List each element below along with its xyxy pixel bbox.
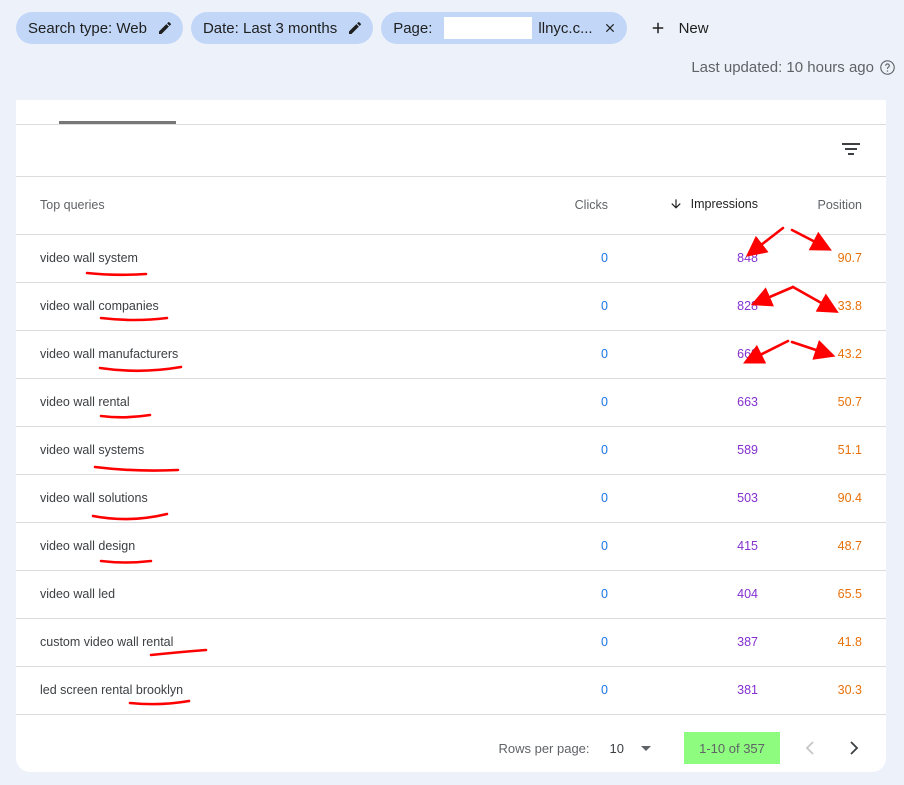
page-range: 1-10 of 357 bbox=[684, 732, 780, 764]
table-row[interactable]: video wall manufacturers 0 668 43.2 bbox=[16, 330, 886, 379]
pencil-icon[interactable] bbox=[347, 20, 363, 36]
chevron-right-icon[interactable] bbox=[842, 736, 866, 760]
new-filter-button[interactable]: New bbox=[635, 12, 719, 44]
clicks-cell: 0 bbox=[488, 234, 608, 283]
plus-icon bbox=[649, 19, 667, 37]
pagination-bar: Rows per page: 10 1-10 of 357 bbox=[16, 724, 886, 772]
table-header-row: Top queries Clicks Impressions Position bbox=[16, 177, 886, 235]
position-cell: 51.1 bbox=[758, 426, 886, 475]
impressions-cell: 503 bbox=[608, 474, 758, 523]
arrow-down-icon bbox=[669, 197, 683, 214]
caret-down-icon bbox=[640, 741, 652, 756]
impressions-cell: 663 bbox=[608, 378, 758, 427]
queries-table: Top queries Clicks Impressions Position … bbox=[16, 177, 886, 715]
chevron-left-icon[interactable] bbox=[798, 736, 822, 760]
rows-per-page-value: 10 bbox=[609, 740, 624, 756]
query-cell: video wall design bbox=[16, 522, 488, 571]
query-cell: custom video wall rental bbox=[16, 618, 488, 667]
query-cell: video wall led bbox=[16, 570, 488, 619]
query-cell: video wall solutions bbox=[16, 474, 488, 523]
clicks-cell: 0 bbox=[488, 618, 608, 667]
impressions-cell: 828 bbox=[608, 282, 758, 331]
position-cell: 90.7 bbox=[758, 234, 886, 283]
tab-divider bbox=[16, 124, 886, 125]
filter-icon[interactable] bbox=[840, 138, 862, 160]
impressions-cell: 668 bbox=[608, 330, 758, 379]
column-header-impressions[interactable]: Impressions bbox=[608, 177, 758, 235]
position-cell: 30.3 bbox=[758, 666, 886, 715]
query-cell: video wall manufacturers bbox=[16, 330, 488, 379]
impressions-cell: 848 bbox=[608, 234, 758, 283]
table-row[interactable]: video wall system 0 848 90.7 bbox=[16, 234, 886, 283]
clicks-cell: 0 bbox=[488, 426, 608, 475]
pencil-icon[interactable] bbox=[157, 20, 173, 36]
impressions-cell: 589 bbox=[608, 426, 758, 475]
position-cell: 90.4 bbox=[758, 474, 886, 523]
help-icon[interactable] bbox=[879, 59, 896, 76]
clicks-cell: 0 bbox=[488, 330, 608, 379]
query-cell: video wall rental bbox=[16, 378, 488, 427]
new-filter-label: New bbox=[678, 19, 709, 37]
table-row[interactable]: video wall design 0 415 48.7 bbox=[16, 522, 886, 571]
position-cell: 33.8 bbox=[758, 282, 886, 331]
table-row[interactable]: video wall companies 0 828 33.8 bbox=[16, 282, 886, 331]
table-row[interactable]: video wall solutions 0 503 90.4 bbox=[16, 474, 886, 523]
filter-bar: Search type: Web Date: Last 3 months Pag… bbox=[16, 12, 719, 44]
position-cell: 41.8 bbox=[758, 618, 886, 667]
date-label: Date: Last 3 months bbox=[202, 19, 338, 37]
position-cell: 43.2 bbox=[758, 330, 886, 379]
clicks-cell: 0 bbox=[488, 522, 608, 571]
last-updated: Last updated: 10 hours ago bbox=[691, 59, 896, 76]
query-cell: video wall companies bbox=[16, 282, 488, 331]
table-row[interactable]: video wall led 0 404 65.5 bbox=[16, 570, 886, 619]
impressions-cell: 381 bbox=[608, 666, 758, 715]
page-chip[interactable]: Page: llnyc.c... bbox=[381, 12, 627, 44]
clicks-cell: 0 bbox=[488, 666, 608, 715]
redacted-block bbox=[444, 17, 533, 39]
impressions-cell: 415 bbox=[608, 522, 758, 571]
query-cell: video wall system bbox=[16, 234, 488, 283]
table-row[interactable]: custom video wall rental 0 387 41.8 bbox=[16, 618, 886, 667]
table-row[interactable]: video wall systems 0 589 51.1 bbox=[16, 426, 886, 475]
clicks-cell: 0 bbox=[488, 378, 608, 427]
page-value: llnyc.c... bbox=[538, 19, 593, 37]
position-cell: 65.5 bbox=[758, 570, 886, 619]
clicks-cell: 0 bbox=[488, 282, 608, 331]
position-cell: 50.7 bbox=[758, 378, 886, 427]
search-type-chip[interactable]: Search type: Web bbox=[16, 12, 183, 44]
column-header-clicks[interactable]: Clicks bbox=[488, 177, 608, 235]
query-cell: led screen rental brooklyn bbox=[16, 666, 488, 715]
query-cell: video wall systems bbox=[16, 426, 488, 475]
queries-card: Top queries Clicks Impressions Position … bbox=[16, 100, 886, 772]
clicks-cell: 0 bbox=[488, 474, 608, 523]
table-row[interactable]: led screen rental brooklyn 0 381 30.3 bbox=[16, 666, 886, 715]
impressions-cell: 404 bbox=[608, 570, 758, 619]
position-cell: 48.7 bbox=[758, 522, 886, 571]
rows-per-page-select[interactable]: 10 bbox=[610, 741, 652, 756]
last-updated-text: Last updated: 10 hours ago bbox=[691, 59, 874, 76]
close-icon[interactable] bbox=[603, 21, 617, 35]
date-chip[interactable]: Date: Last 3 months bbox=[190, 12, 374, 44]
clicks-cell: 0 bbox=[488, 570, 608, 619]
search-type-label: Search type: Web bbox=[28, 19, 147, 37]
impressions-cell: 387 bbox=[608, 618, 758, 667]
rows-per-page-label: Rows per page: bbox=[498, 740, 590, 756]
column-header-position[interactable]: Position bbox=[758, 177, 886, 235]
table-row[interactable]: video wall rental 0 663 50.7 bbox=[16, 378, 886, 427]
page-label: Page: bbox=[393, 19, 433, 37]
column-header-queries[interactable]: Top queries bbox=[16, 177, 488, 235]
impressions-header-label: Impressions bbox=[690, 196, 758, 211]
